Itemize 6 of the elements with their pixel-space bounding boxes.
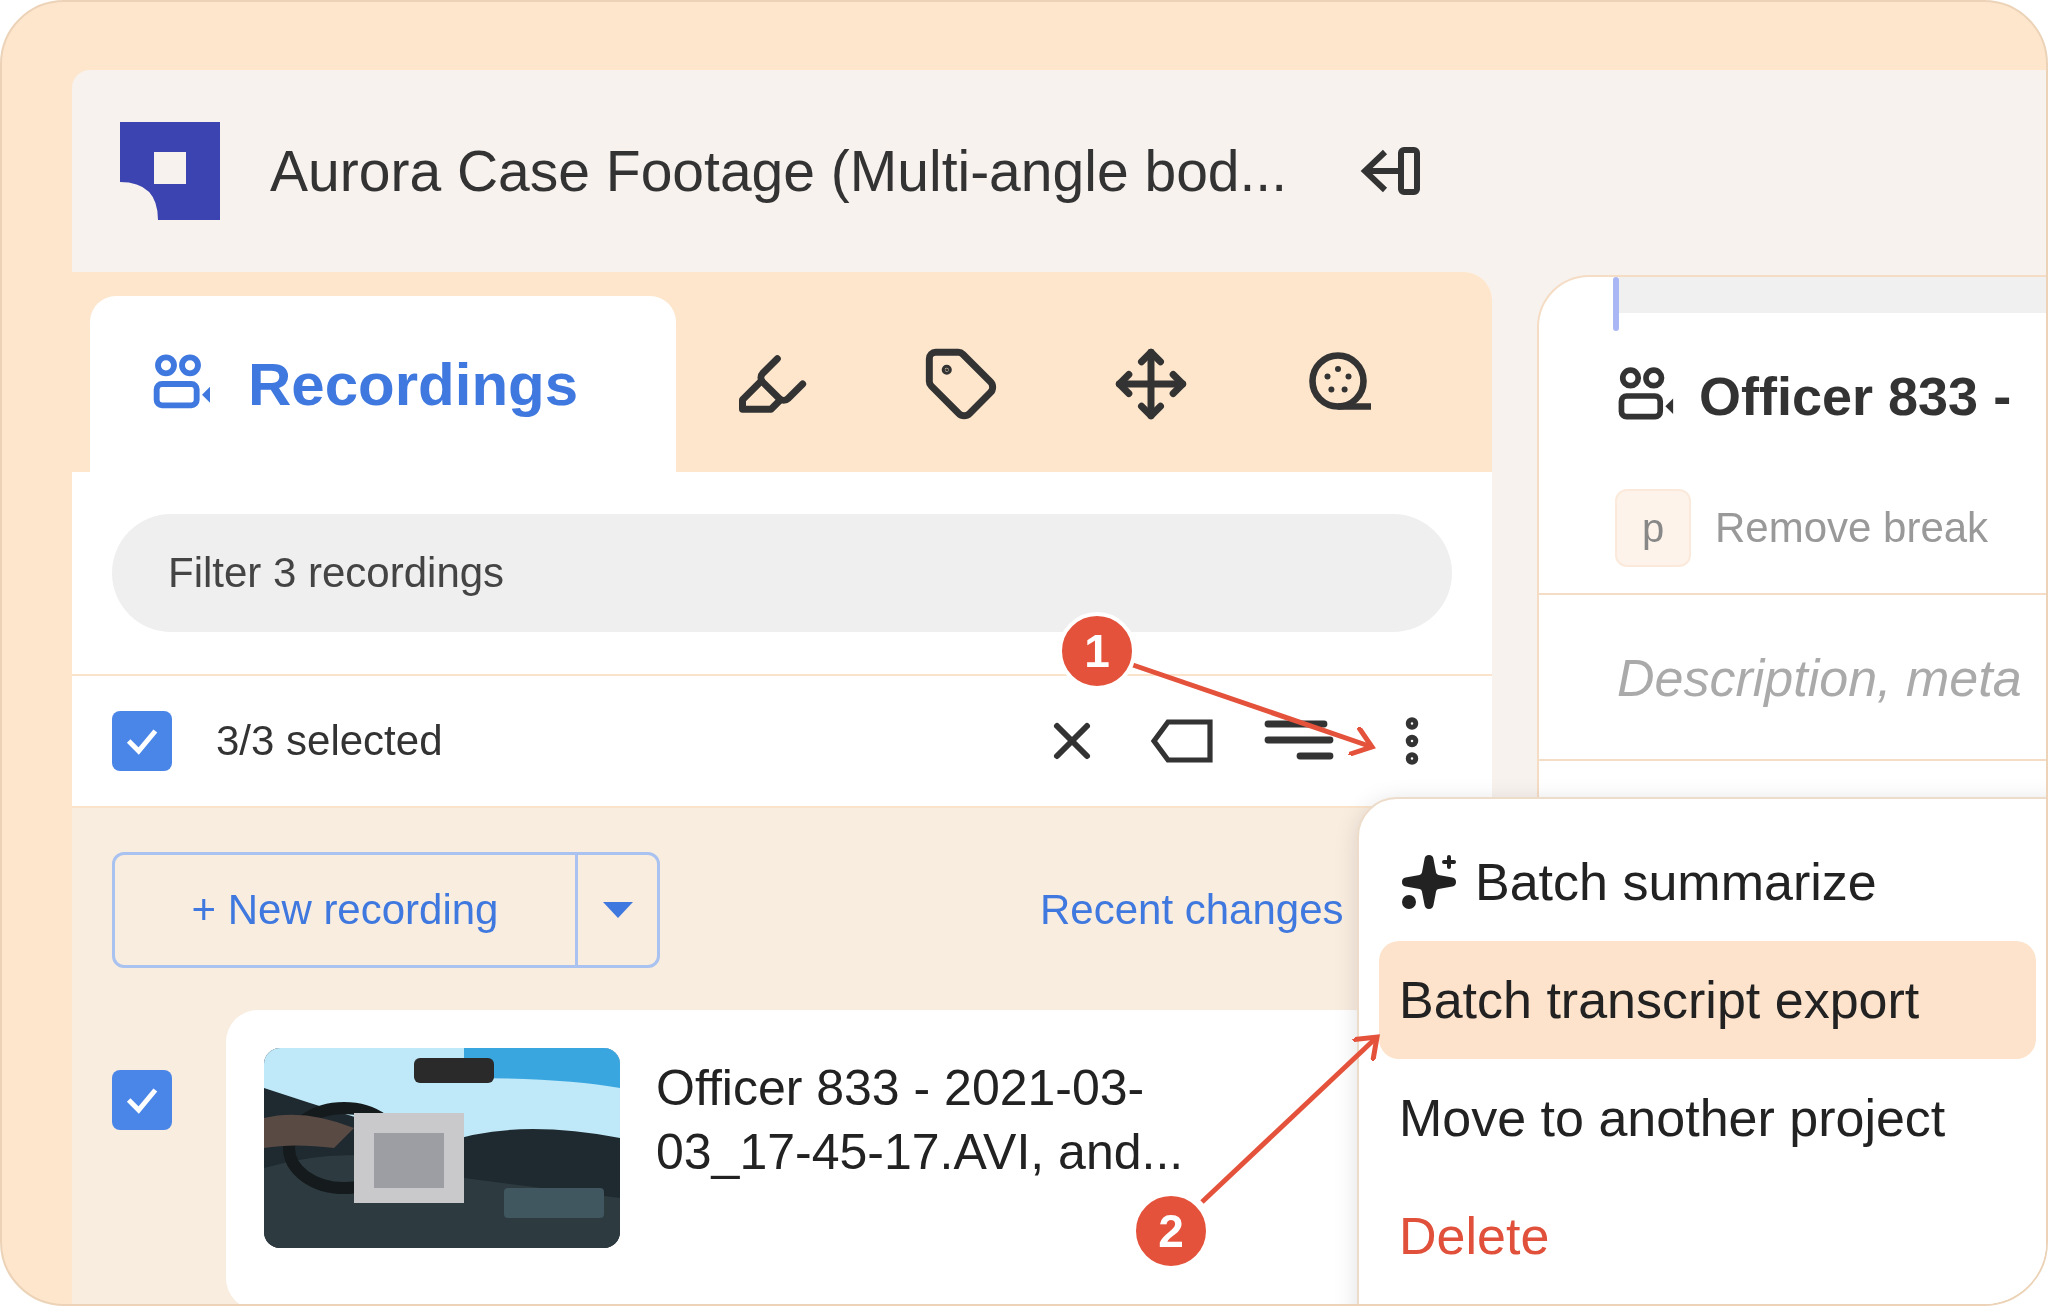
project-title: Aurora Case Footage (Multi-angle bod...	[270, 138, 1288, 204]
recording-title: Officer 833 - 2021-03-03_17-45-17.AVI, and...	[656, 1059, 1185, 1182]
recording-name: Officer 833 -	[1699, 365, 2012, 427]
shortcut-key: p	[1615, 489, 1691, 567]
selection-count: 3/3 selected	[216, 717, 444, 765]
shortcut-label: Remove break	[1715, 504, 1989, 552]
